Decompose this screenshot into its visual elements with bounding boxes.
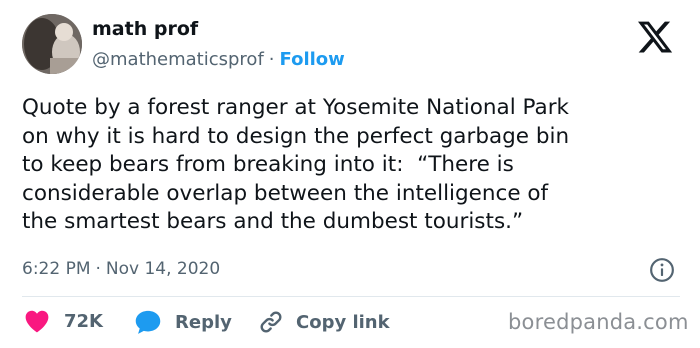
tweet-meta: 6:22 PM · Nov 14, 2020 — [22, 259, 220, 279]
avatar[interactable] — [22, 14, 82, 74]
reply-button[interactable]: Reply — [134, 309, 232, 335]
like-count: 72K — [64, 310, 103, 332]
tweet-date[interactable]: Nov 14, 2020 — [106, 259, 220, 279]
handle-separator: · — [268, 49, 275, 70]
author-handle[interactable]: @mathematicsprof — [92, 49, 264, 70]
link-icon — [260, 311, 282, 333]
heart-icon — [25, 310, 49, 333]
copy-link-label: Copy link — [296, 311, 390, 333]
author-handle-row: @mathematicsprof · Follow — [92, 49, 345, 70]
author-name[interactable]: math prof — [92, 18, 198, 40]
speech-bubble-icon — [135, 310, 161, 334]
info-icon[interactable] — [649, 257, 675, 283]
tweet-card: math prof @mathematicsprof · Follow Quote … — [0, 0, 700, 348]
meta-separator: · — [95, 259, 101, 279]
copy-link-button[interactable]: Copy link — [258, 309, 390, 335]
reply-label: Reply — [175, 311, 232, 333]
follow-button[interactable]: Follow — [280, 49, 345, 70]
x-logo-icon[interactable] — [636, 18, 674, 56]
tweet-time[interactable]: 6:22 PM — [22, 259, 91, 279]
like-button[interactable]: 72K — [24, 309, 103, 333]
divider — [22, 296, 680, 297]
tweet-text: Quote by a forest ranger at Yosemite Nat… — [22, 95, 570, 234]
avatar-photo — [22, 14, 82, 74]
watermark: boredpanda.com — [508, 310, 689, 334]
